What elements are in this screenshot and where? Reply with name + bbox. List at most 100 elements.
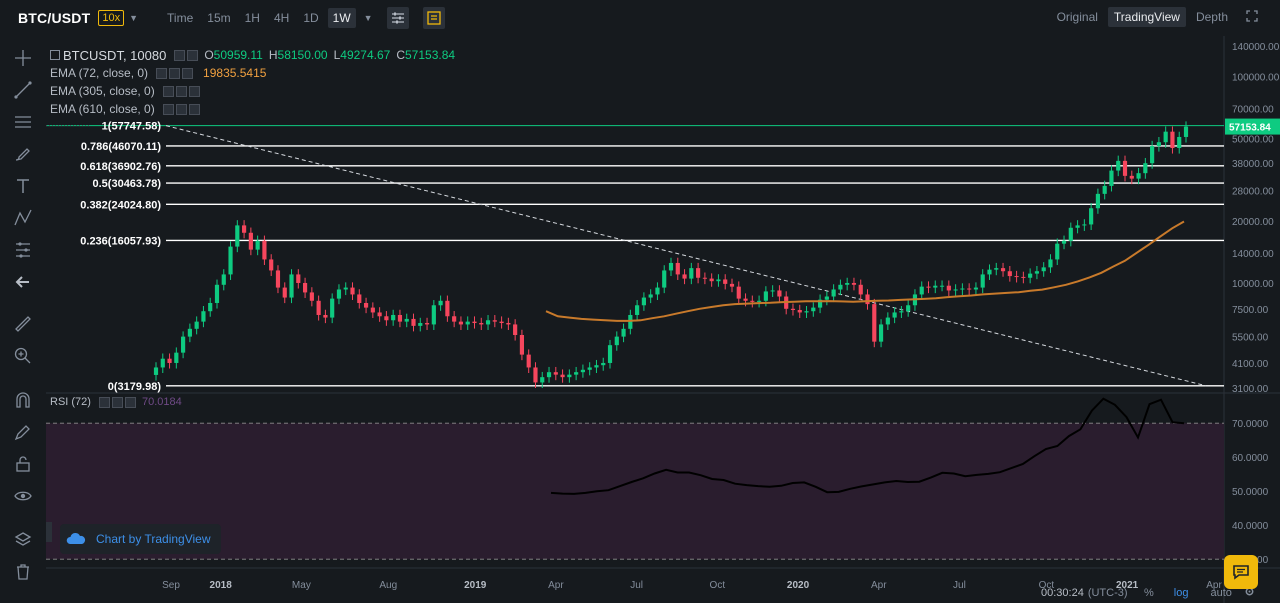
crosshair-icon[interactable]: [11, 46, 35, 70]
open-value: 50959.11: [213, 48, 263, 62]
x-axis-tick: Jul: [630, 580, 643, 591]
close-icon[interactable]: [188, 85, 200, 97]
candle-body: [702, 277, 707, 279]
candle-body: [411, 318, 416, 326]
candle-body: [336, 289, 342, 299]
trend-line-icon[interactable]: [11, 78, 35, 102]
x-axis-tick: Apr: [871, 580, 887, 591]
layers-icon[interactable]: [11, 528, 35, 552]
magnet-icon[interactable]: [11, 388, 35, 412]
eye-icon[interactable]: [98, 396, 110, 408]
view-tradingview[interactable]: TradingView: [1107, 7, 1186, 27]
trash-icon[interactable]: [11, 560, 35, 584]
interval-4h[interactable]: 4H: [269, 8, 294, 28]
candle-body: [221, 274, 226, 285]
fib-level-label: 0.382(24024.80): [80, 199, 161, 211]
price-chart[interactable]: 140000.00 100000.00 70000.00 50000.00 38000.…: [46, 36, 1280, 603]
candle-body: [1014, 276, 1019, 278]
candle-body: [540, 377, 545, 383]
badge-text: Chart by TradingView: [96, 532, 211, 546]
view-depth[interactable]: Depth: [1190, 7, 1234, 27]
candle-body: [851, 282, 857, 285]
zoom-in-icon[interactable]: [11, 344, 35, 368]
interval-1d[interactable]: 1D: [298, 8, 323, 28]
candle-body: [811, 307, 816, 312]
pencil-lock-icon[interactable]: [11, 420, 35, 444]
candle-body: [1061, 240, 1067, 244]
candle-body: [919, 286, 924, 295]
chart-area[interactable]: 140000.00 100000.00 70000.00 50000.00 38000.…: [46, 36, 1280, 603]
fullscreen-icon[interactable]: [1246, 9, 1258, 25]
candle-body: [370, 307, 375, 313]
interval-1w[interactable]: 1W: [327, 8, 356, 28]
eye-icon[interactable]: [174, 49, 186, 61]
tradingview-badge[interactable]: Chart by TradingView: [60, 524, 221, 554]
interval-15m[interactable]: 15m: [202, 8, 235, 28]
footer-time: 00:30:24 (UTC-3): [1041, 583, 1128, 603]
fib-level-label: 0.236(16057.93): [80, 235, 161, 247]
candle-body: [262, 240, 267, 260]
candle-body: [601, 362, 606, 366]
text-tool-icon[interactable]: [11, 174, 35, 198]
candle-body: [906, 305, 911, 312]
close-icon[interactable]: [124, 396, 136, 408]
settings-icon[interactable]: [175, 103, 187, 115]
candle-body: [384, 316, 389, 321]
fib-level-label: 0.786(46070.11): [81, 141, 161, 153]
settings-icon[interactable]: [175, 85, 187, 97]
chevron-down-icon[interactable]: ▼: [129, 13, 138, 23]
candle-body: [1021, 276, 1026, 278]
ruler-icon[interactable]: [11, 312, 35, 336]
price-axis-tick: 28000.00: [1232, 187, 1274, 198]
interval-time[interactable]: Time: [162, 8, 198, 28]
candle-body: [330, 298, 335, 318]
candle-body: [689, 268, 694, 279]
arrow-left-icon[interactable]: [11, 270, 35, 294]
candle-body: [519, 334, 525, 355]
x-axis-tick: 2019: [464, 580, 487, 591]
candle-body: [933, 285, 938, 288]
candle-body: [655, 287, 660, 295]
ema-72-value: 19835.5415: [203, 66, 267, 80]
ema-72-label: EMA (72, close, 0): [50, 66, 149, 80]
eye-icon[interactable]: [162, 85, 174, 97]
candle-body: [296, 274, 301, 283]
settings-sliders-icon[interactable]: [386, 7, 409, 29]
settings-icon[interactable]: [169, 67, 181, 79]
timezone[interactable]: (UTC-3): [1088, 587, 1128, 599]
close-icon[interactable]: [188, 103, 200, 115]
indicators-icon[interactable]: [422, 7, 445, 29]
log-toggle[interactable]: log: [1174, 587, 1189, 599]
eye-icon[interactable]: [162, 103, 174, 115]
candle-body: [187, 328, 192, 337]
candle-body: [424, 323, 430, 325]
high-label: H: [268, 48, 278, 62]
interval-selector: Time 15m 1H 4H 1D 1W ▼: [162, 8, 373, 28]
candle-body: [438, 300, 443, 306]
eye-icon[interactable]: [156, 67, 168, 79]
horizontal-lines-icon[interactable]: [11, 110, 35, 134]
prediction-icon[interactable]: [11, 238, 35, 262]
collapse-icon[interactable]: [50, 50, 60, 60]
rsi-axis-tick: 60.0000: [1232, 453, 1269, 464]
eye-icon[interactable]: [11, 484, 35, 508]
candle-body: [228, 246, 233, 275]
leverage-badge[interactable]: 10x: [98, 10, 125, 26]
brush-icon[interactable]: [11, 142, 35, 166]
interval-1h[interactable]: 1H: [240, 8, 265, 28]
candle-body: [1129, 175, 1134, 179]
close-icon[interactable]: [182, 67, 194, 79]
settings-icon[interactable]: [111, 396, 123, 408]
lock-icon[interactable]: [11, 452, 35, 476]
candle-body: [275, 270, 281, 288]
view-original[interactable]: Original: [1051, 7, 1104, 27]
percent-toggle[interactable]: %: [1144, 587, 1154, 599]
interval-dropdown-icon[interactable]: ▼: [364, 13, 373, 23]
candle-body: [472, 321, 477, 324]
settings-icon[interactable]: [187, 49, 199, 61]
pattern-icon[interactable]: [11, 206, 35, 230]
chat-button[interactable]: [1224, 555, 1258, 589]
candle-body: [1089, 208, 1094, 225]
candle-body: [242, 225, 247, 233]
pair-title[interactable]: BTC/USDT: [18, 10, 90, 26]
